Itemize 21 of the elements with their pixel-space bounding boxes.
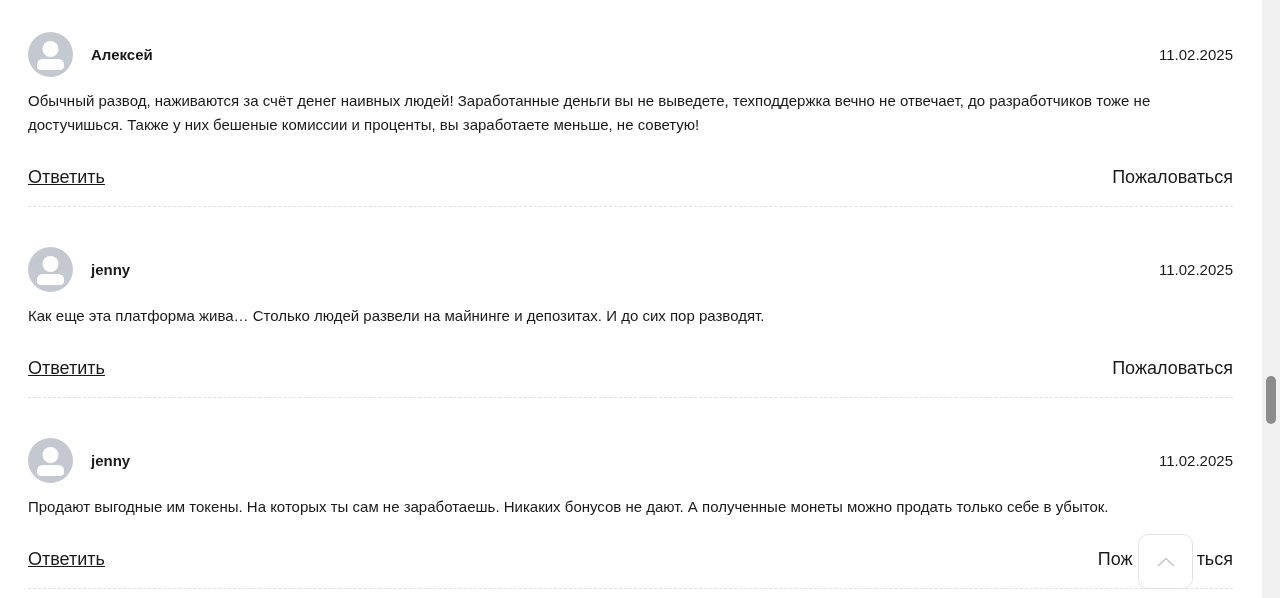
avatar-icon	[28, 32, 73, 77]
comment-date: 11.02.2025	[1159, 46, 1233, 63]
author-name: Алексей	[91, 46, 153, 63]
reply-link[interactable]: Ответить	[28, 165, 105, 189]
comment-text: Как еще эта платформа жива… Столько людей развели на майнинге и депозитах. И до сих пор разводят.	[28, 306, 766, 326]
chevron-up-icon	[1156, 556, 1175, 567]
avatar-icon	[28, 247, 73, 292]
author-name: jenny	[91, 261, 131, 278]
comment-date: 11.02.2025	[1159, 452, 1233, 469]
report-link[interactable]: Пожаловаться	[1112, 165, 1233, 189]
reply-link[interactable]: Ответить	[28, 356, 105, 380]
scrollbar-thumb[interactable]	[1266, 376, 1276, 424]
report-link[interactable]: ться	[1196, 547, 1233, 571]
comment-date: 11.02.2025	[1159, 261, 1233, 278]
author-name: jenny	[91, 452, 131, 469]
report-link[interactable]: Пож	[1097, 547, 1133, 571]
comment-text: Обычный развод, наживаются за счёт денег наивных людей! Заработанные деньги вы не выведете, техподдержка вечно не отвечает, до разработчиков тоже не достучишься. Также у них бешеные комиссии и проценты, вы заработаете меньше, не советую!	[28, 91, 1152, 135]
avatar-icon	[28, 438, 73, 483]
report-link[interactable]: Пожаловаться	[1112, 356, 1233, 380]
reply-link[interactable]: Ответить	[28, 547, 105, 571]
comment-text: Продают выгодные им токены. На которых ты сам не заработаешь. Никаких бонусов не дают. А полученные монеты можно продать только себе в убыток.	[28, 497, 1110, 517]
